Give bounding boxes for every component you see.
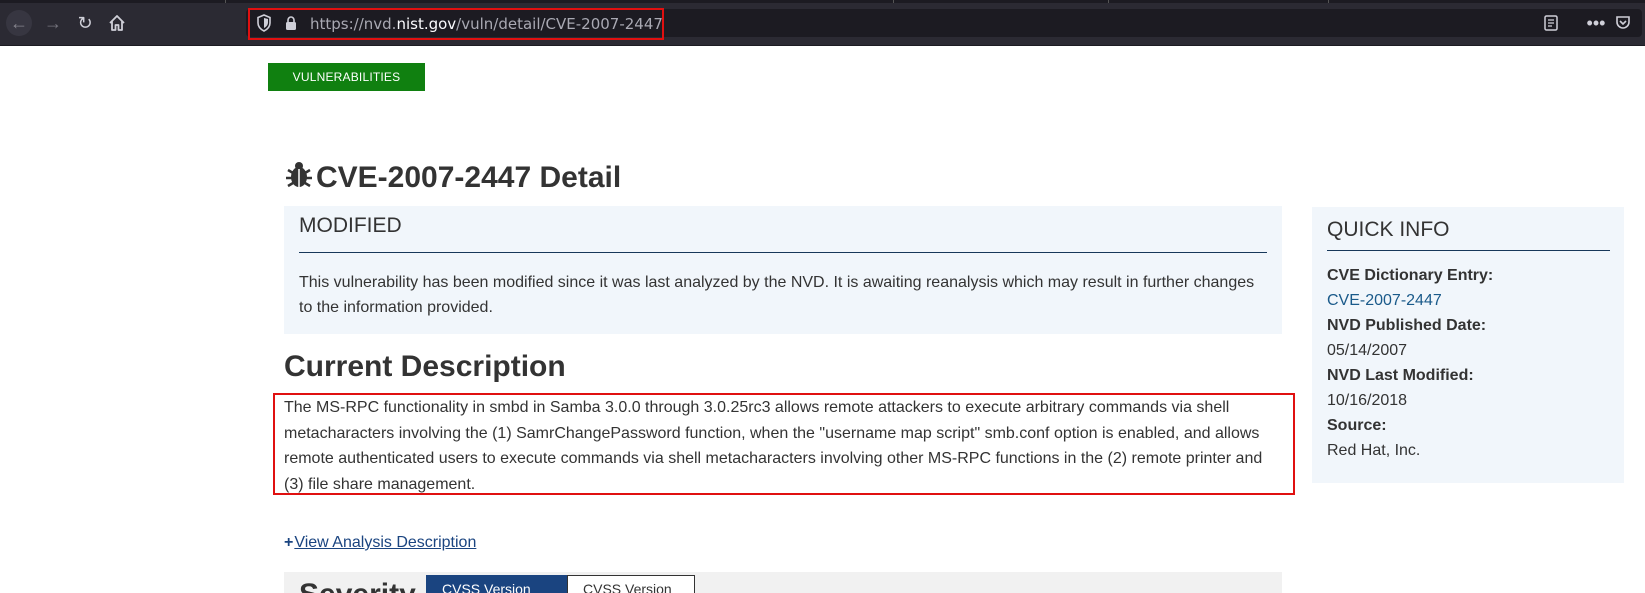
reload-icon[interactable]: ↻ [72, 10, 98, 36]
bug-icon [284, 160, 314, 190]
divider [1327, 250, 1610, 251]
pocket-icon[interactable] [1612, 12, 1634, 34]
dictionary-entry-link[interactable]: CVE-2007-2447 [1327, 292, 1442, 310]
tab-strip [0, 0, 1645, 3]
source-value: Red Hat, Inc. [1327, 442, 1421, 459]
plus-icon: + [284, 534, 294, 551]
published-date-value: 05/14/2007 [1327, 342, 1408, 359]
page-title: CVE-2007-2447 Detail [284, 160, 621, 195]
last-modified-label: NVD Last Modified: [1327, 367, 1474, 384]
description-heading: Current Description [284, 350, 566, 383]
view-analysis-label: View Analysis Description [294, 534, 477, 551]
more-icon[interactable]: ••• [1583, 12, 1609, 34]
modified-heading: MODIFIED [299, 214, 402, 237]
quick-info-panel: QUICK INFO CVE Dictionary Entry: CVE-200… [1312, 207, 1624, 483]
source-label: Source: [1327, 417, 1387, 434]
published-date-label: NVD Published Date: [1327, 317, 1487, 334]
description-highlight-box [273, 393, 1295, 495]
tab-cvss-v2[interactable]: CVSS Version 2.0 [567, 575, 695, 593]
dictionary-entry-label: CVE Dictionary Entry: [1327, 267, 1494, 284]
modified-notice: MODIFIED This vulnerability has been mod… [284, 206, 1282, 334]
arrow-left-icon[interactable]: ← [6, 10, 32, 36]
modified-text: This vulnerability has been modified sin… [299, 274, 1255, 316]
url-highlight-box [248, 8, 664, 40]
last-modified-value: 10/16/2018 [1327, 392, 1408, 409]
severity-heading: Severity [299, 578, 416, 593]
severity-section: Severity CVSS Version 3.x CVSS Version 2… [284, 572, 1282, 593]
browser-toolbar: ← → ↻ https://nvd.nist.gov/vuln/detail/C… [0, 0, 1645, 46]
divider [299, 252, 1267, 253]
page-title-text: CVE-2007-2447 Detail [316, 161, 622, 194]
arrow-right-icon[interactable]: → [40, 10, 66, 36]
quick-info-heading: QUICK INFO [1327, 218, 1450, 241]
view-analysis-link[interactable]: +View Analysis Description [284, 534, 476, 552]
home-icon[interactable] [104, 10, 130, 36]
vulnerabilities-button[interactable]: VULNERABILITIES [268, 63, 425, 91]
reader-view-icon[interactable] [1541, 12, 1561, 34]
tab-cvss-v3[interactable]: CVSS Version 3.x [426, 575, 567, 593]
